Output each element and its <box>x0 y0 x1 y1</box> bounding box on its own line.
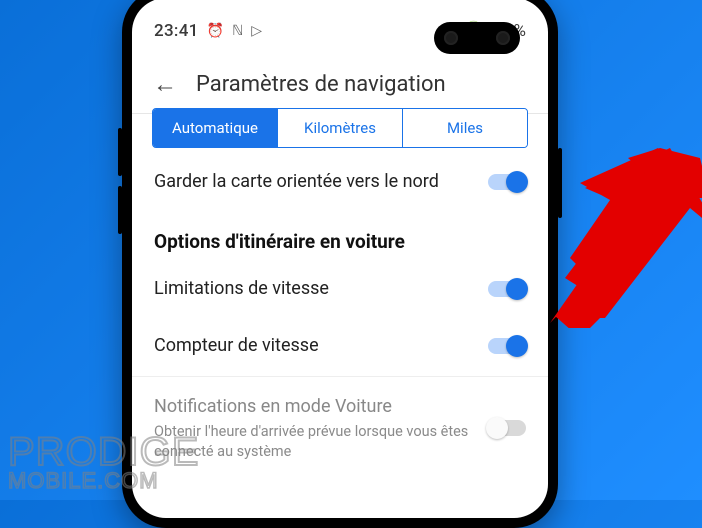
row-label: Garder la carte orientée vers le nord <box>154 170 439 194</box>
tab-automatique[interactable]: Automatique <box>153 109 278 147</box>
annotation-arrow-icon <box>550 148 702 328</box>
row-label: Notifications en mode Voiture <box>154 395 454 419</box>
switch-car-notifications[interactable] <box>488 420 526 436</box>
row-keep-north[interactable]: Garder la carte orientée vers le nord <box>132 154 548 210</box>
app-bar: ← Paramètres de navigation <box>132 56 548 114</box>
row-label: Compteur de vitesse <box>154 334 319 358</box>
page-title: Paramètres de navigation <box>196 72 446 97</box>
tab-kilometres[interactable]: Kilomètres <box>278 109 403 147</box>
alarm-icon: ⏰ <box>207 23 224 39</box>
units-tabs: Automatique Kilomètres Miles <box>152 108 528 148</box>
tab-label: Miles <box>447 119 483 137</box>
row-speedometer[interactable]: Compteur de vitesse <box>132 318 548 374</box>
divider <box>132 376 548 377</box>
back-icon[interactable]: ← <box>152 70 178 99</box>
nfc-icon: ℕ <box>232 23 243 39</box>
status-time: 23:41 <box>154 21 199 41</box>
tab-miles[interactable]: Miles <box>403 109 527 147</box>
row-car-notifications[interactable]: Notifications en mode Voiture Obtenir l'… <box>132 379 548 477</box>
row-subtext: Obtenir l'heure d'arrivée prévue lorsque… <box>154 422 488 461</box>
play-icon: ▷ <box>251 23 262 39</box>
annotation-arrow-icon <box>550 148 702 328</box>
camera-cutout <box>434 22 520 54</box>
section-driving-options: Options d'itinéraire en voiture <box>132 210 548 261</box>
switch-speedometer[interactable] <box>488 338 526 354</box>
tab-label: Kilomètres <box>304 119 376 137</box>
row-speed-limits[interactable]: Limitations de vitesse <box>132 261 548 317</box>
switch-speed-limits[interactable] <box>488 281 526 297</box>
row-label: Limitations de vitesse <box>154 277 329 301</box>
switch-keep-north[interactable] <box>488 174 526 190</box>
tab-label: Automatique <box>172 119 258 137</box>
